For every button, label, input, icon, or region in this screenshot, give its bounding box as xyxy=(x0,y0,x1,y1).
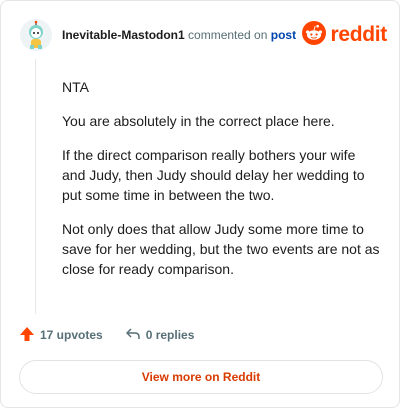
thread-line xyxy=(35,59,36,314)
reddit-wordmark: reddit xyxy=(330,23,387,46)
reddit-comment-card: Inevitable-Mastodon1 commented on post r… xyxy=(0,0,400,408)
comment-paragraph: You are absolutely in the correct place … xyxy=(62,113,335,129)
reply-button[interactable]: 0 replies xyxy=(125,326,195,345)
upvote-count: 17 upvotes xyxy=(40,328,103,342)
snoo-avatar-icon[interactable] xyxy=(20,19,52,51)
comment-header: Inevitable-Mastodon1 commented on post r… xyxy=(20,17,387,53)
post-link[interactable]: post xyxy=(271,28,296,42)
reddit-logo[interactable]: reddit xyxy=(302,20,387,50)
comment-paragraph: NTA xyxy=(62,79,89,95)
upvote-button[interactable]: 17 upvotes xyxy=(19,326,103,345)
upvote-arrow-icon xyxy=(19,326,35,345)
view-more-button[interactable]: View more on Reddit xyxy=(19,360,383,394)
comment-paragraph: If the direct comparison really bothers … xyxy=(62,147,365,203)
reddit-alien-logo-icon xyxy=(302,20,327,50)
username-link[interactable]: Inevitable-Mastodon1 xyxy=(62,28,185,42)
reply-count: 0 replies xyxy=(145,328,195,342)
commented-on-text: commented on xyxy=(188,28,268,42)
comment-actions: 17 upvotes 0 replies xyxy=(19,325,194,345)
comment-paragraph: Not only does that allow Judy some more … xyxy=(62,221,380,277)
comment-meta: Inevitable-Mastodon1 commented on post xyxy=(62,28,296,42)
reply-arrow-icon xyxy=(125,326,141,345)
comment-body: NTA You are absolutely in the correct pl… xyxy=(62,77,382,293)
